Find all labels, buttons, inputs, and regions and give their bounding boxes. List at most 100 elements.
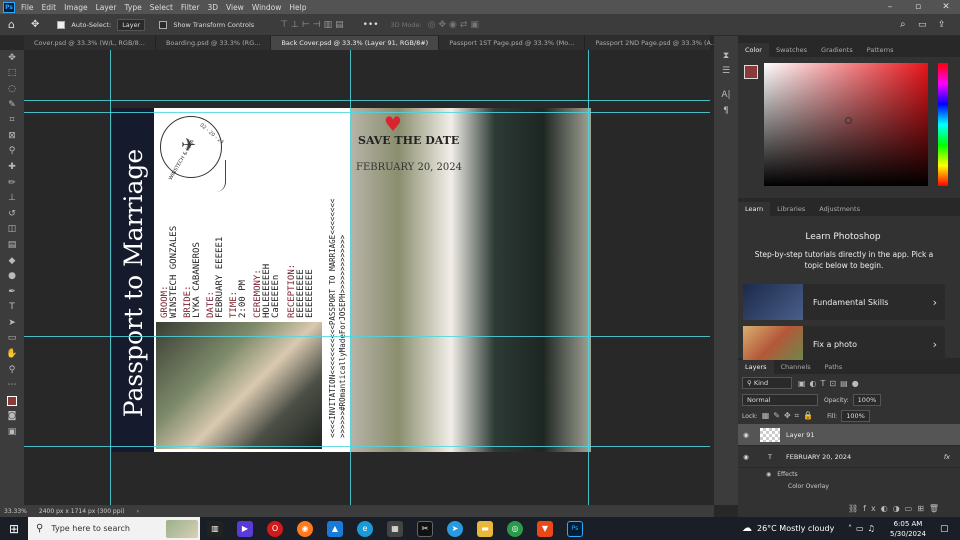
- hue-slider[interactable]: [938, 63, 948, 186]
- close-icon[interactable]: ✕: [932, 0, 960, 14]
- menu-image[interactable]: Image: [64, 3, 88, 12]
- tab-libraries[interactable]: Libraries: [770, 202, 812, 216]
- menu-window[interactable]: Window: [252, 3, 282, 12]
- fill-input[interactable]: 100%: [841, 410, 870, 422]
- tab-boarding[interactable]: Boarding.psd @ 33.3% (RG...: [156, 36, 272, 50]
- search-icon[interactable]: ⌕: [900, 19, 906, 30]
- type-tool-icon[interactable]: T: [0, 300, 24, 316]
- zoom-tool-icon[interactable]: ⚲: [0, 362, 24, 378]
- card-fix-a-photo[interactable]: Fix a photo ›: [743, 326, 945, 362]
- marquee-tool-icon[interactable]: ⬚: [0, 66, 24, 82]
- tab-swatches[interactable]: Swatches: [769, 43, 814, 57]
- transform-controls-checkbox[interactable]: [159, 20, 168, 29]
- visibility-eye-icon[interactable]: ◉: [738, 431, 754, 439]
- lasso-tool-icon[interactable]: ◌: [0, 81, 24, 97]
- telegram-icon[interactable]: ➤: [447, 520, 463, 537]
- zoom-level[interactable]: 33.33%: [4, 508, 27, 515]
- status-arrow-icon[interactable]: ›: [137, 508, 139, 515]
- history-icon[interactable]: ⧗: [714, 48, 738, 64]
- canvas-document[interactable]: Passport to Marriage ✈ WINSTECH & LYKA 0…: [112, 108, 591, 452]
- blur-tool-icon[interactable]: ◆: [0, 253, 24, 269]
- hand-tool-icon[interactable]: ✋: [0, 346, 24, 362]
- dodge-tool-icon[interactable]: ●: [0, 268, 24, 284]
- card-fundamental-skills[interactable]: Fundamental Skills ›: [743, 284, 945, 320]
- photos-app-icon[interactable]: ▲: [327, 520, 343, 537]
- firefox-icon[interactable]: ◉: [297, 520, 313, 537]
- edge-icon[interactable]: e: [357, 520, 373, 537]
- file-explorer-icon[interactable]: ▬: [477, 520, 493, 537]
- paragraph-icon[interactable]: ¶: [714, 103, 738, 119]
- history-brush-icon[interactable]: ↺: [0, 206, 24, 222]
- layer-action-icons[interactable]: ⛓fx◐◑▭⊞🗑: [848, 504, 944, 513]
- align-icons[interactable]: ⊤⊥⊢⊣▥▤: [280, 20, 346, 30]
- screen-mode-icon[interactable]: ▣: [0, 424, 24, 440]
- menu-3d[interactable]: 3D: [207, 3, 218, 12]
- character-icon[interactable]: A|: [714, 87, 738, 103]
- 3d-tools-icons[interactable]: ◎✥◉⇄▣: [428, 20, 482, 30]
- eyedropper-tool-icon[interactable]: ⚲: [0, 144, 24, 160]
- move-tool-icon[interactable]: ✥: [31, 19, 39, 30]
- taskbar-search[interactable]: ⚲ Type here to search: [28, 517, 200, 540]
- foreground-swatch[interactable]: [744, 65, 758, 79]
- tab-paths[interactable]: Paths: [818, 360, 850, 374]
- document-info[interactable]: 2400 px x 1714 px (300 ppi): [39, 508, 125, 515]
- tab-gradients[interactable]: Gradients: [814, 43, 860, 57]
- system-clock[interactable]: 6:05 AM 5/30/2024: [890, 519, 926, 539]
- task-view-icon[interactable]: ▥: [207, 520, 223, 537]
- move-tool-icon[interactable]: ✥: [0, 50, 24, 66]
- capcut-icon[interactable]: ✂: [417, 520, 433, 537]
- menu-file[interactable]: File: [21, 3, 34, 12]
- maximize-icon[interactable]: ▫: [904, 0, 932, 14]
- properties-icon[interactable]: ☰: [714, 64, 738, 80]
- auto-select-dropdown[interactable]: Layer: [117, 18, 146, 31]
- quick-mask-icon[interactable]: ◙: [0, 409, 24, 425]
- more-tools-icon[interactable]: ⋯: [0, 377, 24, 393]
- healing-tool-icon[interactable]: ✚: [0, 159, 24, 175]
- share-icon[interactable]: ⇪: [938, 20, 946, 30]
- tab-color[interactable]: Color: [738, 43, 769, 57]
- brush-tool-icon[interactable]: ✏: [0, 175, 24, 191]
- path-select-icon[interactable]: ➤: [0, 315, 24, 331]
- menu-select[interactable]: Select: [150, 3, 173, 12]
- gradient-tool-icon[interactable]: ▤: [0, 237, 24, 253]
- visibility-eye-icon[interactable]: ◉: [766, 471, 771, 478]
- menu-filter[interactable]: Filter: [181, 3, 200, 12]
- eraser-tool-icon[interactable]: ◫: [0, 222, 24, 238]
- layer-row-layer-91[interactable]: ◉ Layer 91: [738, 424, 960, 446]
- blend-mode-select[interactable]: Normal: [742, 394, 818, 406]
- lock-icons[interactable]: ▦✎✥⌗🔒: [762, 411, 817, 421]
- minimize-icon[interactable]: –: [876, 0, 904, 14]
- notification-icon[interactable]: ▢: [940, 524, 949, 534]
- color-field[interactable]: [764, 63, 928, 186]
- menu-edit[interactable]: Edit: [42, 3, 57, 12]
- pen-tool-icon[interactable]: ✒: [0, 284, 24, 300]
- layer-row-text[interactable]: ◉ T FEBRUARY 20, 2024 fx: [738, 446, 960, 468]
- brave-icon[interactable]: ▼: [537, 520, 553, 537]
- shape-tool-icon[interactable]: ▭: [0, 331, 24, 347]
- tab-patterns[interactable]: Patterns: [860, 43, 901, 57]
- frame-tool-icon[interactable]: ⊠: [0, 128, 24, 144]
- kind-filter[interactable]: ⚲ Kind: [742, 377, 792, 389]
- menu-type[interactable]: Type: [125, 3, 142, 12]
- tab-back-cover[interactable]: Back Cover.psd @ 33.3% (Layer 91, RGB/8#…: [271, 36, 440, 50]
- home-icon[interactable]: ⌂: [8, 18, 15, 31]
- weather-widget[interactable]: ☁ 26°C Mostly cloudy: [742, 523, 834, 534]
- media-app-icon[interactable]: ▶: [237, 520, 253, 537]
- workspace-icon[interactable]: ▭: [918, 20, 927, 30]
- color-overlay-row[interactable]: Color Overlay: [738, 480, 960, 492]
- opacity-input[interactable]: 100%: [852, 394, 882, 406]
- tab-learn[interactable]: Learn: [738, 202, 771, 216]
- auto-select-checkbox[interactable]: [57, 20, 66, 29]
- tab-adjustments[interactable]: Adjustments: [812, 202, 867, 216]
- windows-start-icon[interactable]: ⊞: [0, 517, 28, 540]
- tab-cover[interactable]: Cover.psd @ 33.3% (W/L, RGB/8...: [24, 36, 156, 50]
- system-tray-icons[interactable]: ˄▭♫: [848, 524, 879, 533]
- stamp-tool-icon[interactable]: ⊥: [0, 190, 24, 206]
- crop-tool-icon[interactable]: ⌗: [0, 112, 24, 128]
- menu-view[interactable]: View: [226, 3, 244, 12]
- photoshop-taskbar-icon[interactable]: Ps: [567, 520, 583, 537]
- tab-channels[interactable]: Channels: [774, 360, 818, 374]
- tab-passport-2nd[interactable]: Passport 2ND Page.psd @ 33.3% (A...: [585, 36, 729, 50]
- tab-passport-1st[interactable]: Passport 1ST Page.psd @ 33.3% (Mo...: [439, 36, 586, 50]
- tab-layers[interactable]: Layers: [738, 360, 774, 374]
